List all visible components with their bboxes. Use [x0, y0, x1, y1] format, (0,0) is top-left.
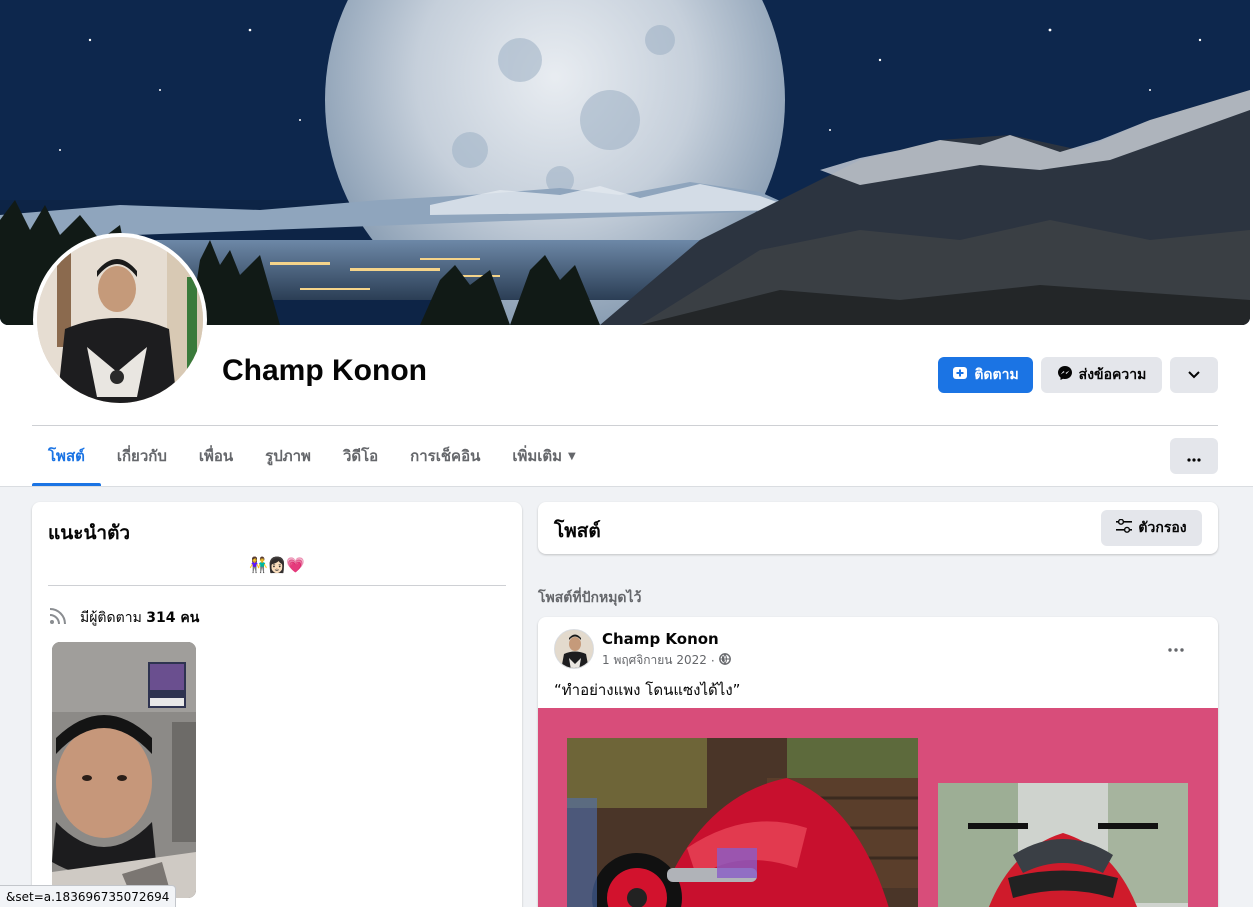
- status-bar-url: &set=a.183696735072694: [0, 885, 177, 907]
- post-photo-motorcycle-2[interactable]: [938, 783, 1188, 907]
- tab-photos[interactable]: รูปภาพ: [249, 426, 327, 486]
- meta-separator: ·: [710, 653, 715, 668]
- follow-plus-icon: [952, 365, 968, 385]
- profile-avatar[interactable]: [33, 233, 207, 407]
- featured-photo[interactable]: [52, 642, 196, 898]
- tab-about[interactable]: เกี่ยวกับ: [101, 426, 183, 486]
- intro-bio: 👫👩🏻💗: [248, 556, 306, 574]
- profile-header: Champ Konon ติดตาม ส่งข้อความ โพสต์ เกี่…: [0, 0, 1253, 487]
- pinned-post-card: Champ Konon 1 พฤศจิกายน 2022 · “ทำอย่างแ…: [538, 617, 1218, 907]
- intro-title: แนะนำตัว: [48, 522, 131, 544]
- filter-button[interactable]: ตัวกรอง: [1101, 510, 1202, 546]
- tab-label: เกี่ยวกับ: [116, 447, 167, 465]
- post-options-button[interactable]: [1168, 637, 1184, 656]
- tab-more[interactable]: เพิ่มเติม ▼: [496, 426, 591, 486]
- post-author-avatar[interactable]: [554, 629, 594, 669]
- tab-friends[interactable]: เพื่อน: [183, 426, 249, 486]
- chevron-down-icon: [1188, 367, 1200, 383]
- rss-icon: [48, 606, 68, 630]
- tab-videos[interactable]: วิดีโอ: [327, 426, 394, 486]
- follow-button-label: ติดตาม: [974, 367, 1019, 383]
- profile-name: Champ Konon: [222, 354, 427, 387]
- followers-suffix: คน: [175, 610, 200, 626]
- intro-divider: [48, 585, 506, 586]
- post-text: “ทำอย่างแพง โดนแซงได้ไง”: [554, 681, 741, 699]
- message-button-label: ส่งข้อความ: [1078, 367, 1147, 383]
- message-button[interactable]: ส่งข้อความ: [1041, 357, 1162, 393]
- profile-more-button[interactable]: [1170, 357, 1218, 393]
- featured-selfie-illustration: [52, 642, 196, 898]
- avatar-person-illustration: [37, 237, 203, 403]
- tab-label: โพสต์: [48, 447, 85, 465]
- followers-text[interactable]: มีผู้ติดตาม 314 คน: [80, 607, 199, 629]
- filter-button-label: ตัวกรอง: [1138, 520, 1187, 536]
- messenger-icon: [1057, 365, 1073, 385]
- followers-row: มีผู้ติดตาม 314 คน: [48, 606, 199, 630]
- post-date[interactable]: 1 พฤศจิกายน 2022: [602, 651, 707, 670]
- pinned-posts-label: โพสต์ที่ปักหมุดไว้: [538, 590, 642, 606]
- post-meta: 1 พฤศจิกายน 2022 ·: [602, 651, 731, 670]
- followers-count: 314: [146, 610, 176, 626]
- tab-label: เพื่อน: [198, 447, 234, 465]
- posts-title: โพสต์: [554, 520, 601, 542]
- post-photo-motorcycle-1[interactable]: [567, 738, 918, 907]
- intro-card: แนะนำตัว 👫👩🏻💗 มีผู้ติดตาม 314 คน: [32, 502, 522, 907]
- tab-label: วิดีโอ: [342, 447, 379, 465]
- more-dots-icon: [1168, 637, 1184, 656]
- globe-icon: [718, 653, 731, 668]
- followers-prefix: มีผู้ติดตาม: [80, 610, 147, 626]
- more-dots-icon: [1187, 447, 1201, 466]
- tab-label: รูปภาพ: [265, 447, 311, 465]
- tab-label: การเช็คอิน: [410, 447, 481, 465]
- follow-button[interactable]: ติดตาม: [938, 357, 1033, 393]
- tabs-more-options-button[interactable]: [1170, 438, 1218, 474]
- tab-label: เพิ่มเติม: [512, 447, 563, 465]
- posts-header-card: โพสต์ ตัวกรอง: [538, 502, 1218, 554]
- post-media[interactable]: [538, 708, 1218, 907]
- profile-picture: [37, 237, 203, 403]
- post-author-name[interactable]: Champ Konon: [602, 630, 719, 648]
- caret-down-icon: ▼: [568, 450, 576, 462]
- filter-sliders-icon: [1116, 518, 1133, 537]
- tab-posts[interactable]: โพสต์: [32, 426, 101, 486]
- profile-tabs: โพสต์ เกี่ยวกับ เพื่อน รูปภาพ วิดีโอ การ…: [32, 426, 592, 486]
- tab-checkins[interactable]: การเช็คอิน: [394, 426, 496, 486]
